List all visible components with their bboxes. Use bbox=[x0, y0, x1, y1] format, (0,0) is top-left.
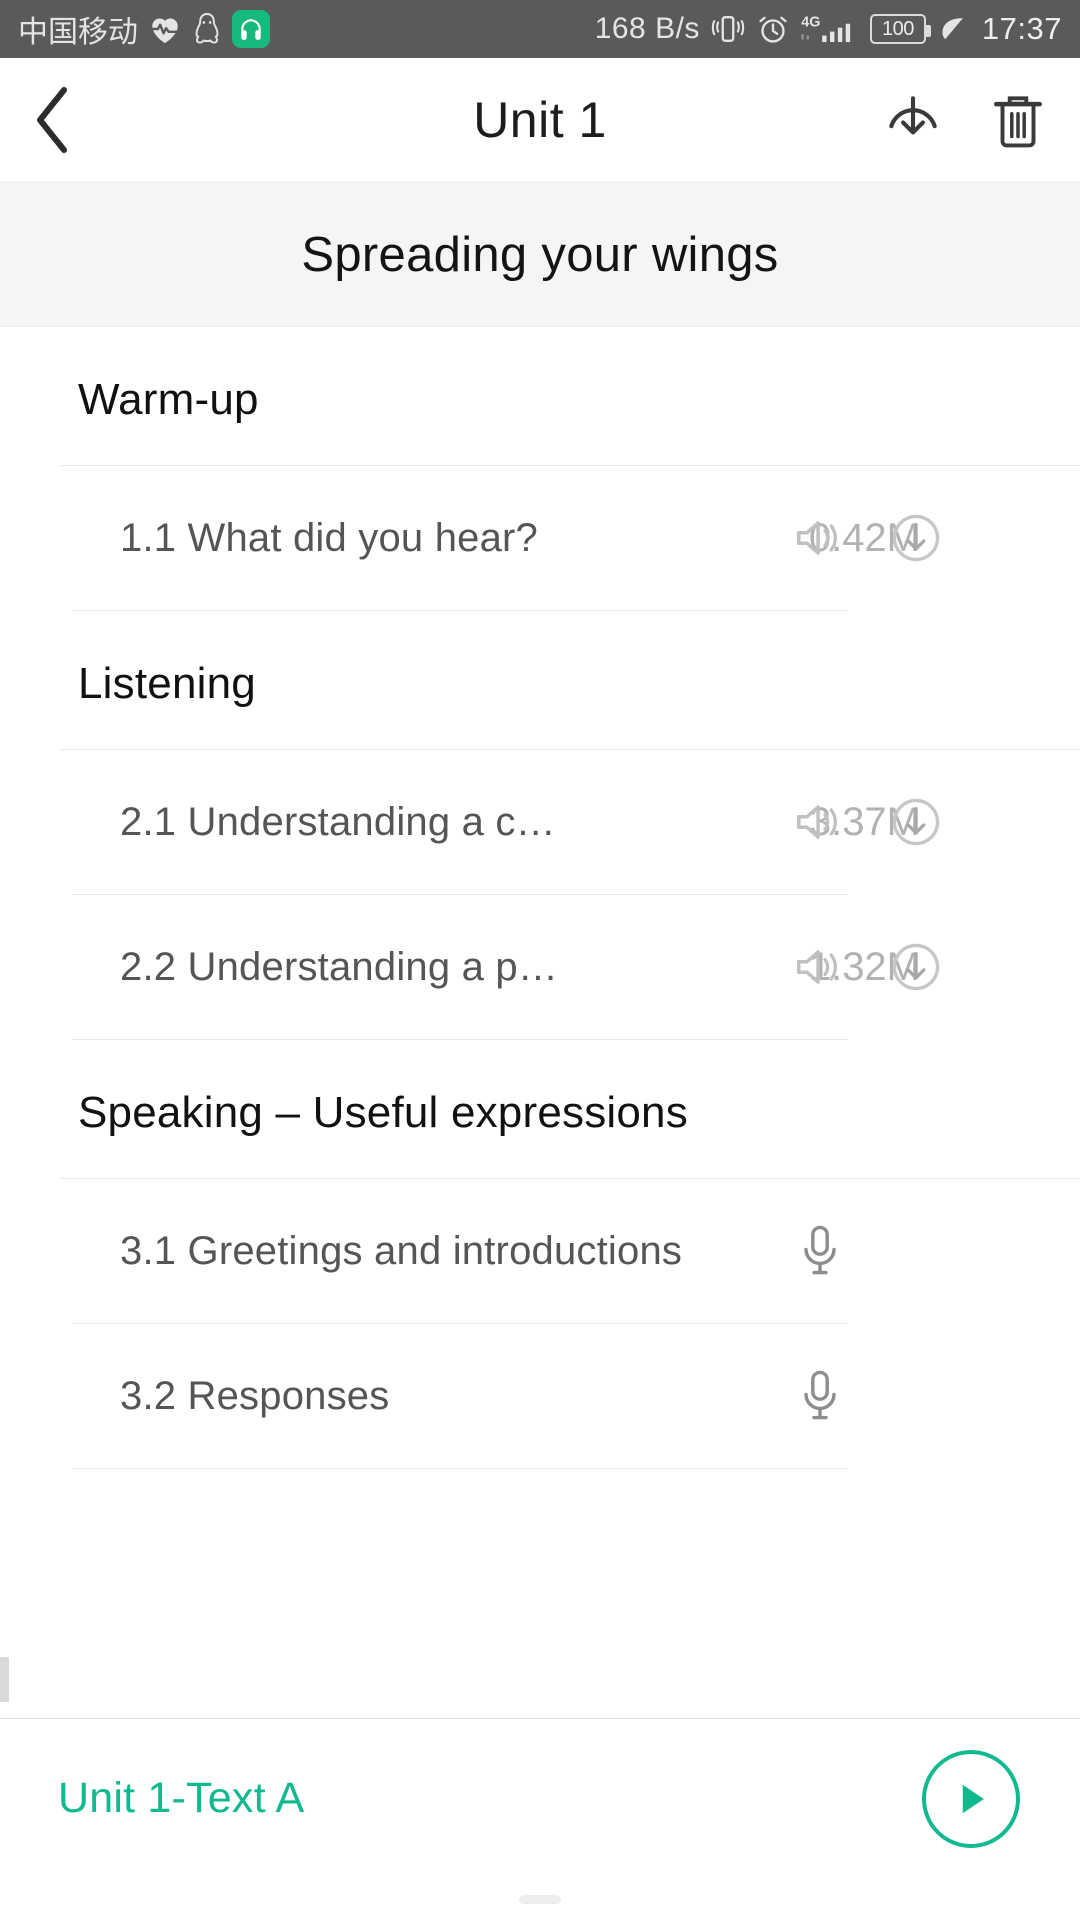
play-icon bbox=[962, 1784, 984, 1813]
speaker-icon[interactable] bbox=[792, 798, 848, 846]
list-item-inner: 1.1 What did you hear? 0.42M bbox=[120, 466, 1080, 610]
back-chevron-icon bbox=[37, 87, 67, 153]
list-item-label: 3.1 Greetings and introductions bbox=[120, 1228, 683, 1273]
list-item[interactable]: 2.1 Understanding a c… 3.37M bbox=[0, 750, 1080, 894]
qq-penguin-icon bbox=[192, 12, 222, 46]
status-bar-left: 中国移动 bbox=[18, 7, 270, 51]
list-item-label: 2.2 Understanding a p… bbox=[120, 944, 559, 989]
heart-pulse-icon bbox=[148, 13, 182, 45]
nav-handle bbox=[519, 1894, 561, 1904]
speaker-icon[interactable] bbox=[792, 514, 848, 562]
carrier-name: 中国移动 bbox=[18, 15, 138, 50]
list-item[interactable]: 1.1 What did you hear? 0.42M bbox=[0, 466, 1080, 610]
lesson-banner: Spreading your wings bbox=[0, 182, 1080, 327]
headphones-app-icon bbox=[232, 10, 270, 48]
system-nav-hint bbox=[0, 1878, 1080, 1920]
svg-text:4G: 4G bbox=[801, 14, 820, 30]
lesson-title: Spreading your wings bbox=[301, 227, 779, 282]
now-playing-title: Unit 1-Text A bbox=[58, 1774, 305, 1822]
list-item[interactable]: 3.2 Responses bbox=[0, 1324, 1080, 1468]
download-icon[interactable] bbox=[888, 796, 944, 848]
battery-level-label: 100 bbox=[881, 17, 914, 40]
app-bar: Unit 1 bbox=[0, 58, 1080, 182]
item-divider bbox=[72, 1468, 848, 1469]
microphone-icon[interactable] bbox=[792, 1223, 848, 1279]
list-item-label: 3.2 Responses bbox=[120, 1373, 390, 1418]
scrollbar-thumb[interactable] bbox=[0, 1657, 9, 1702]
network-speed-label: 168 B/s bbox=[594, 12, 700, 45]
app-bar-actions bbox=[882, 89, 1046, 151]
alarm-clock-icon bbox=[756, 12, 790, 46]
download-circle-icon bbox=[889, 96, 937, 135]
vibrate-icon bbox=[711, 12, 745, 46]
status-bar: 中国移动 168 B/s 4G 100 17:37 bbox=[0, 0, 1080, 58]
download-icon[interactable] bbox=[888, 941, 944, 993]
download-all-button[interactable] bbox=[882, 89, 944, 151]
play-button[interactable] bbox=[922, 1749, 1020, 1848]
microphone-icon[interactable] bbox=[792, 1368, 848, 1424]
list-item-label: 1.1 What did you hear? bbox=[120, 515, 538, 560]
download-icon[interactable] bbox=[888, 512, 944, 564]
section-header-warm-up: Warm-up bbox=[78, 375, 259, 424]
signal-4g-icon: 4G bbox=[801, 12, 859, 46]
section-header-speaking: Speaking – Useful expressions bbox=[78, 1088, 688, 1137]
lesson-list[interactable]: Warm-up 1.1 What did you hear? 0.42M Lis… bbox=[0, 327, 1080, 1818]
section-header-listening: Listening bbox=[78, 659, 256, 708]
status-bar-right: 168 B/s 4G 100 17:37 bbox=[595, 11, 1062, 47]
list-item[interactable]: 3.1 Greetings and introductions bbox=[0, 1179, 1080, 1323]
trash-icon bbox=[994, 96, 1042, 148]
list-item-inner: 2.1 Understanding a c… 3.37M bbox=[120, 750, 1080, 894]
power-saving-leaf-icon bbox=[937, 14, 967, 44]
list-item-label: 2.1 Understanding a c… bbox=[120, 799, 556, 844]
battery-icon: 100 bbox=[869, 14, 931, 44]
back-button[interactable] bbox=[34, 78, 104, 162]
list-item[interactable]: 2.2 Understanding a p… 1.32M bbox=[0, 895, 1080, 1039]
list-item-inner: 3.2 Responses bbox=[120, 1324, 1080, 1468]
speaker-icon[interactable] bbox=[792, 943, 848, 991]
delete-all-button[interactable] bbox=[990, 89, 1046, 151]
clock-label: 17:37 bbox=[981, 11, 1062, 46]
list-item-inner: 2.2 Understanding a p… 1.32M bbox=[120, 895, 1080, 1039]
list-item-inner: 3.1 Greetings and introductions bbox=[120, 1179, 1080, 1323]
mini-player-bar[interactable]: Unit 1-Text A bbox=[0, 1718, 1080, 1878]
